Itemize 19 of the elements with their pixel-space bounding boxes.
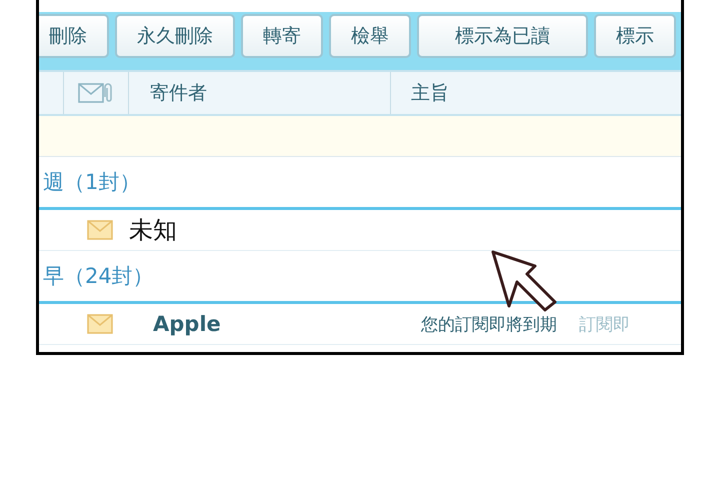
envelope-icon	[78, 83, 104, 103]
column-header[interactable]: 主旨	[411, 80, 449, 106]
toolbar-button[interactable]: 刪除	[39, 14, 109, 58]
envelope-icon	[87, 220, 113, 240]
toolbar-button[interactable]: 標示為已讀	[417, 14, 588, 58]
toolbar-button[interactable]: 標示	[594, 14, 676, 58]
group-label[interactable]: 早（24封）	[43, 262, 154, 290]
envelope-icon	[87, 314, 113, 334]
message-sender: Apple	[152, 312, 222, 336]
toolbar-button[interactable]: 檢舉	[329, 14, 411, 58]
column-header[interactable]: 寄件者	[150, 80, 207, 106]
message-preview: 訂閱即	[579, 314, 630, 336]
cursor-icon	[491, 250, 559, 312]
message-sender: 未知	[128, 215, 178, 246]
toolbar-button[interactable]: 永久刪除	[115, 14, 235, 58]
toolbar-button[interactable]: 轉寄	[241, 14, 323, 58]
group-label[interactable]: 週（1封）	[43, 168, 140, 196]
paperclip-icon	[104, 83, 114, 103]
message-subject: 您的訂閱即將到期	[421, 314, 557, 336]
